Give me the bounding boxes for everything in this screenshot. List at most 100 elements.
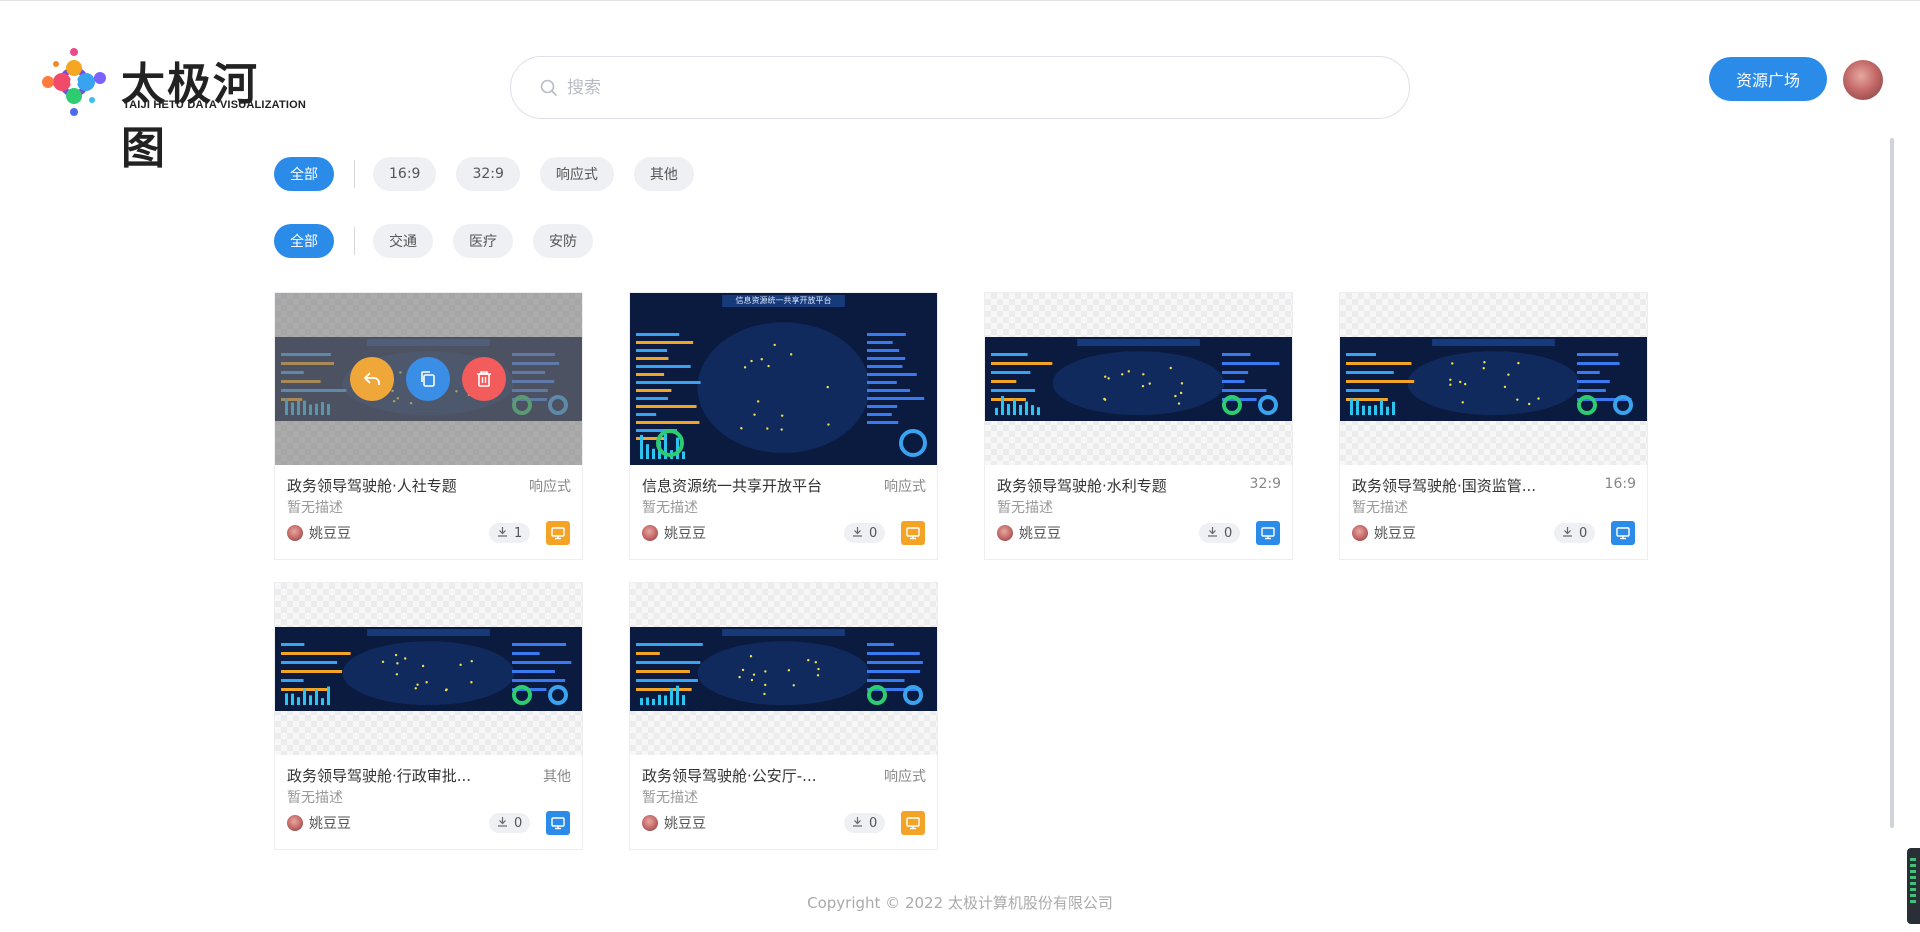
card-thumbnail[interactable]	[985, 293, 1292, 465]
download-count: 0	[869, 525, 878, 541]
dashboard-thumbnail	[630, 293, 937, 465]
device-preview-button[interactable]	[546, 811, 570, 835]
download-count-button[interactable]: 0	[844, 523, 886, 543]
ratio-filter-16-9[interactable]: 16:9	[373, 157, 437, 191]
card-title[interactable]: 信息资源统一共享开放平台	[642, 475, 862, 496]
resource-square-button[interactable]: 资源广场	[1709, 57, 1827, 101]
card-ratio-tag: 响应式	[884, 479, 926, 495]
download-count-button[interactable]: 1	[489, 523, 531, 543]
category-filter: 全部 交通 医疗 安防	[274, 224, 613, 258]
category-filter-all[interactable]: 全部	[274, 224, 334, 258]
ratio-filter-32-9[interactable]: 32:9	[456, 157, 520, 191]
device-preview-button[interactable]	[901, 811, 925, 835]
card-description: 暂无描述	[642, 790, 698, 806]
dashboard-thumbnail	[985, 337, 1292, 421]
card-title[interactable]: 政务领导驾驶舱·公安厅-...	[642, 765, 862, 786]
card-ratio-tag: 其他	[543, 769, 571, 785]
card-ratio-tag: 32:9	[1249, 476, 1281, 492]
download-icon	[497, 816, 514, 831]
author-avatar	[642, 525, 658, 541]
footer-copyright: Copyright © 2022 太极计算机股份有限公司	[807, 894, 1113, 912]
card-thumbnail[interactable]	[1340, 293, 1647, 465]
trash-action-button[interactable]	[462, 357, 506, 401]
dashboard-thumbnail	[1340, 337, 1647, 421]
author-avatar	[287, 525, 303, 541]
card-title[interactable]: 政务领导驾驶舱·国资监管...	[1352, 475, 1572, 496]
author-name: 姚豆豆	[1019, 526, 1061, 542]
download-count-button[interactable]: 0	[844, 813, 886, 833]
card-author: 姚豆豆	[642, 524, 706, 542]
author-name: 姚豆豆	[309, 526, 351, 542]
template-card[interactable]: 政务领导驾驶舱·水利专题 32:9 暂无描述姚豆豆 0	[984, 292, 1293, 560]
logo-subtitle: TAIJI HETU DATA VISUALIZATION	[123, 99, 307, 111]
copy-action-button[interactable]	[406, 357, 450, 401]
user-avatar[interactable]	[1843, 60, 1883, 100]
template-card[interactable]: 政务领导驾驶舱·行政审批... 其他暂无描述姚豆豆 0	[274, 582, 583, 850]
logo[interactable]: 太极河图 TAIJI HETU DATA VISUALIZATION	[34, 44, 306, 174]
card-ratio-tag: 响应式	[529, 479, 571, 495]
card-thumbnail[interactable]: 信息资源统一共享开放平台	[630, 293, 937, 465]
download-icon	[1562, 526, 1579, 541]
card-author: 姚豆豆	[287, 814, 351, 832]
card-description: 暂无描述	[287, 790, 343, 806]
category-filter-traffic[interactable]: 交通	[373, 224, 433, 258]
category-filter-medical[interactable]: 医疗	[453, 224, 513, 258]
author-name: 姚豆豆	[664, 526, 706, 542]
ratio-filter-responsive[interactable]: 响应式	[539, 157, 614, 191]
card-hover-overlay	[275, 293, 582, 465]
top-border	[0, 0, 1920, 1]
ratio-filter-all[interactable]: 全部	[274, 157, 334, 191]
logo-mark-icon	[42, 48, 106, 116]
card-title[interactable]: 政务领导驾驶舱·人社专题	[287, 475, 507, 496]
author-avatar	[997, 525, 1013, 541]
card-thumbnail[interactable]	[630, 583, 937, 755]
dashboard-thumbnail	[630, 627, 937, 711]
author-avatar	[287, 815, 303, 831]
device-preview-button[interactable]	[901, 521, 925, 545]
filter-divider	[354, 160, 355, 188]
download-count: 0	[1224, 525, 1233, 541]
card-author: 姚豆豆	[642, 814, 706, 832]
author-name: 姚豆豆	[664, 816, 706, 832]
scrollbar[interactable]	[1890, 138, 1894, 828]
ratio-filter: 全部 16:9 32:9 响应式 其他	[274, 157, 714, 191]
category-filter-security[interactable]: 安防	[533, 224, 593, 258]
template-card[interactable]: 政务领导驾驶舱·国资监管... 16:9 暂无描述 姚豆豆 0	[1339, 292, 1648, 560]
card-title[interactable]: 政务领导驾驶舱·行政审批...	[287, 765, 507, 786]
dashboard-thumbnail	[275, 627, 582, 711]
thumbnail-caption: 信息资源统一共享开放平台	[735, 296, 832, 305]
download-count-button[interactable]: 0	[1199, 523, 1241, 543]
search-bar[interactable]	[510, 56, 1410, 119]
card-description: 暂无描述	[287, 500, 343, 516]
template-card[interactable]: 政务领导驾驶舱·公安厅-... 响应式暂无描述姚豆豆 0	[629, 582, 938, 850]
ratio-filter-other[interactable]: 其他	[633, 157, 694, 191]
download-count-button[interactable]: 0	[489, 813, 531, 833]
download-count: 1	[514, 525, 523, 541]
card-title[interactable]: 政务领导驾驶舱·水利专题	[997, 475, 1217, 496]
card-author: 姚豆豆	[997, 524, 1061, 542]
device-preview-button[interactable]	[1256, 521, 1280, 545]
author-avatar	[1352, 525, 1368, 541]
card-ratio-tag: 16:9	[1604, 476, 1636, 492]
filter-divider	[354, 227, 355, 255]
author-avatar	[642, 815, 658, 831]
download-count: 0	[514, 815, 523, 831]
template-card[interactable]: 信息资源统一共享开放平台 信息资源统一共享开放平台 响应式 暂无描述 姚豆豆 0	[629, 292, 938, 560]
card-description: 暂无描述	[642, 500, 698, 516]
download-count-button[interactable]: 0	[1554, 523, 1596, 543]
search-icon	[540, 79, 557, 96]
search-input[interactable]	[567, 71, 1367, 105]
download-count: 0	[1579, 525, 1588, 541]
device-preview-button[interactable]	[1611, 521, 1635, 545]
template-card[interactable]: 政务领导驾驶舱·人社专题 响应式暂无描述姚豆豆 1	[274, 292, 583, 560]
reply-action-button[interactable]	[350, 357, 394, 401]
download-icon	[1207, 526, 1224, 541]
card-thumbnail[interactable]	[275, 293, 582, 465]
card-author: 姚豆豆	[287, 524, 351, 542]
card-thumbnail[interactable]	[275, 583, 582, 755]
device-preview-button[interactable]	[546, 521, 570, 545]
card-description: 暂无描述	[997, 500, 1053, 516]
card-ratio-tag: 响应式	[884, 769, 926, 785]
download-icon	[852, 816, 869, 831]
author-name: 姚豆豆	[1374, 526, 1416, 542]
